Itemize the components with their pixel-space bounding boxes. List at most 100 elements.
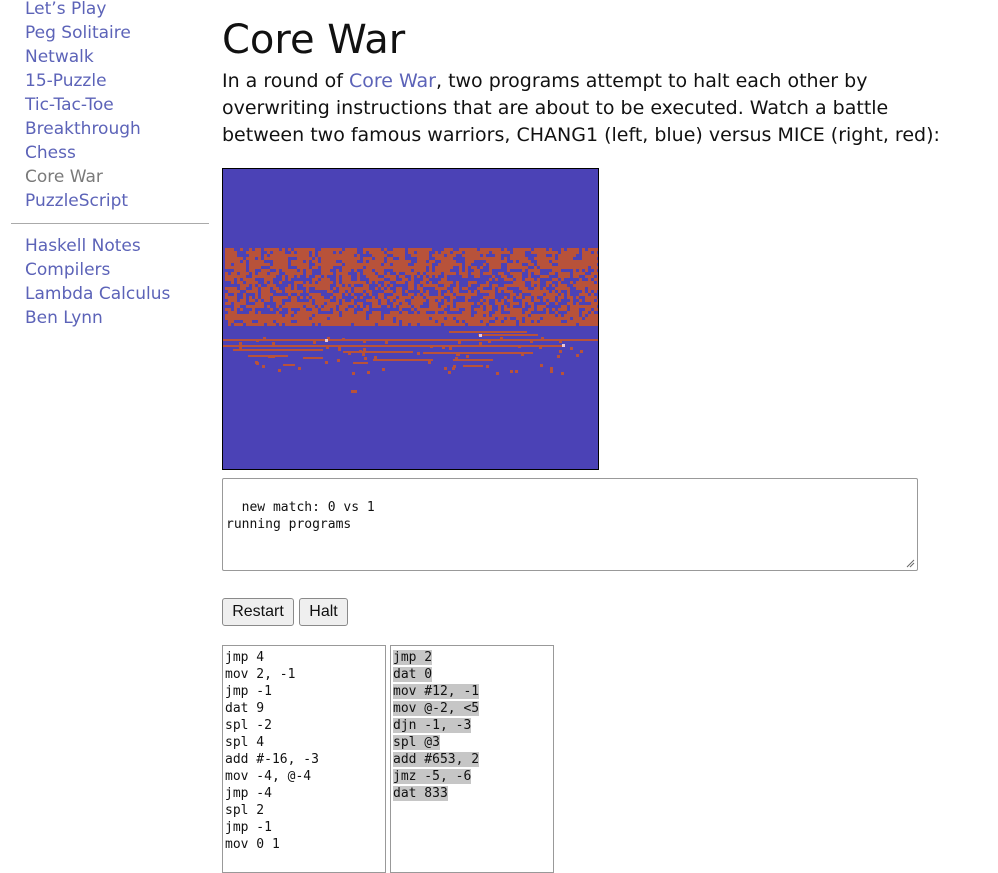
core-cell — [507, 299, 510, 302]
core-cell — [309, 269, 312, 272]
core-cell — [447, 284, 450, 287]
core-cell — [396, 266, 399, 269]
core-cell — [402, 317, 405, 320]
core-cell — [339, 287, 342, 290]
program-left-listing[interactable]: jmp 4 mov 2, -1 jmp -1 dat 9 spl -2 spl 4 add … — [222, 645, 386, 873]
core-cell — [375, 260, 378, 263]
nav-link-peg-solitaire[interactable]: Peg Solitaire — [11, 21, 209, 45]
core-cell — [294, 323, 297, 326]
core-cell — [597, 266, 598, 269]
core-cell — [261, 275, 264, 278]
core-cell — [243, 272, 246, 275]
core-cell — [378, 266, 381, 269]
core-cell — [477, 269, 480, 272]
core-cell — [546, 284, 549, 287]
core-cell — [318, 263, 321, 266]
core-cell — [594, 272, 597, 275]
core-cell — [402, 269, 405, 272]
nav-link-ben-lynn[interactable]: Ben Lynn — [11, 306, 209, 330]
nav-link-puzzlescript[interactable]: PuzzleScript — [11, 189, 209, 213]
core-cell — [372, 311, 375, 314]
core-cell — [573, 311, 576, 314]
core-cell — [255, 305, 258, 308]
restart-button[interactable]: Restart — [222, 598, 294, 626]
core-cell — [321, 317, 324, 320]
core-cell — [540, 293, 543, 296]
core-cell — [453, 251, 456, 254]
core-cell — [372, 275, 375, 278]
intro-text-before: In a round of — [222, 70, 349, 92]
core-cell — [417, 269, 420, 272]
core-cell — [342, 278, 345, 281]
core-cell — [396, 290, 399, 293]
program-right-listing[interactable]: jmp 2 dat 0 mov #12, -1 mov @-2, <5 djn -1, … — [390, 645, 554, 873]
core-cell — [231, 320, 234, 323]
core-cell — [374, 356, 377, 359]
nav-link-haskell-notes[interactable]: Haskell Notes — [11, 234, 209, 258]
core-cell — [360, 317, 363, 320]
core-cell — [351, 390, 357, 393]
nav-link-let-s-play[interactable]: Let’s Play — [11, 0, 209, 21]
core-cell — [423, 320, 426, 323]
core-cell — [450, 257, 453, 260]
core-cell — [561, 372, 564, 375]
core-cell — [444, 260, 447, 263]
core-cell — [543, 275, 546, 278]
core-cell — [366, 266, 369, 269]
core-cell — [501, 251, 504, 254]
core-cell — [558, 272, 561, 275]
core-cell — [456, 317, 459, 320]
log-textarea[interactable]: new match: 0 vs 1 running programs — [222, 478, 918, 571]
core-cell — [333, 311, 336, 314]
core-cell — [540, 308, 543, 311]
core-cell — [339, 308, 342, 311]
nav-link-15-puzzle[interactable]: 15-Puzzle — [11, 69, 209, 93]
core-cell — [354, 257, 357, 260]
nav-other-group: Haskell Notes Compilers Lambda Calculus Ben… — [11, 234, 209, 330]
core-cell — [423, 299, 426, 302]
core-cell — [552, 293, 555, 296]
core-cell — [330, 251, 333, 254]
nav-link-tic-tac-toe[interactable]: Tic-Tac-Toe — [11, 93, 209, 117]
core-cell — [309, 293, 312, 296]
nav-link-netwalk[interactable]: Netwalk — [11, 45, 209, 69]
core-cell — [363, 314, 366, 317]
core-cell — [558, 290, 561, 293]
core-cell — [558, 281, 561, 284]
core-cell — [246, 272, 249, 275]
core-cell — [234, 251, 237, 254]
core-cell — [423, 257, 426, 260]
nav-link-lambda-calculus[interactable]: Lambda Calculus — [11, 282, 209, 306]
core-cell — [378, 254, 381, 257]
halt-button[interactable]: Halt — [299, 598, 348, 626]
core-cell — [381, 257, 384, 260]
core-cell — [546, 314, 549, 317]
core-cell — [420, 254, 423, 257]
core-cell — [309, 314, 312, 317]
core-cell — [303, 323, 306, 326]
core-cell — [237, 269, 240, 272]
nav-link-compilers[interactable]: Compilers — [11, 258, 209, 282]
core-cell — [579, 323, 582, 326]
core-cell — [342, 254, 345, 257]
core-cell — [444, 323, 447, 326]
core-cell — [249, 317, 252, 320]
core-cell — [354, 263, 357, 266]
core-war-link[interactable]: Core War — [349, 70, 436, 92]
core-cell — [465, 317, 468, 320]
core-cell — [327, 251, 330, 254]
nav-link-breakthrough[interactable]: Breakthrough — [11, 117, 209, 141]
core-cell — [255, 275, 258, 278]
core-cell — [282, 275, 285, 278]
core-cell — [351, 314, 354, 317]
resize-grip-icon[interactable] — [905, 558, 915, 568]
core-cell — [459, 266, 462, 269]
core-cell — [582, 248, 585, 251]
nav-link-chess[interactable]: Chess — [11, 141, 209, 165]
nav-link-core-war[interactable]: Core War — [11, 165, 209, 189]
core-cell — [444, 248, 447, 251]
core-cell — [579, 293, 582, 296]
core-cell — [327, 263, 330, 266]
core-cell — [573, 314, 576, 317]
core-cell — [546, 257, 549, 260]
